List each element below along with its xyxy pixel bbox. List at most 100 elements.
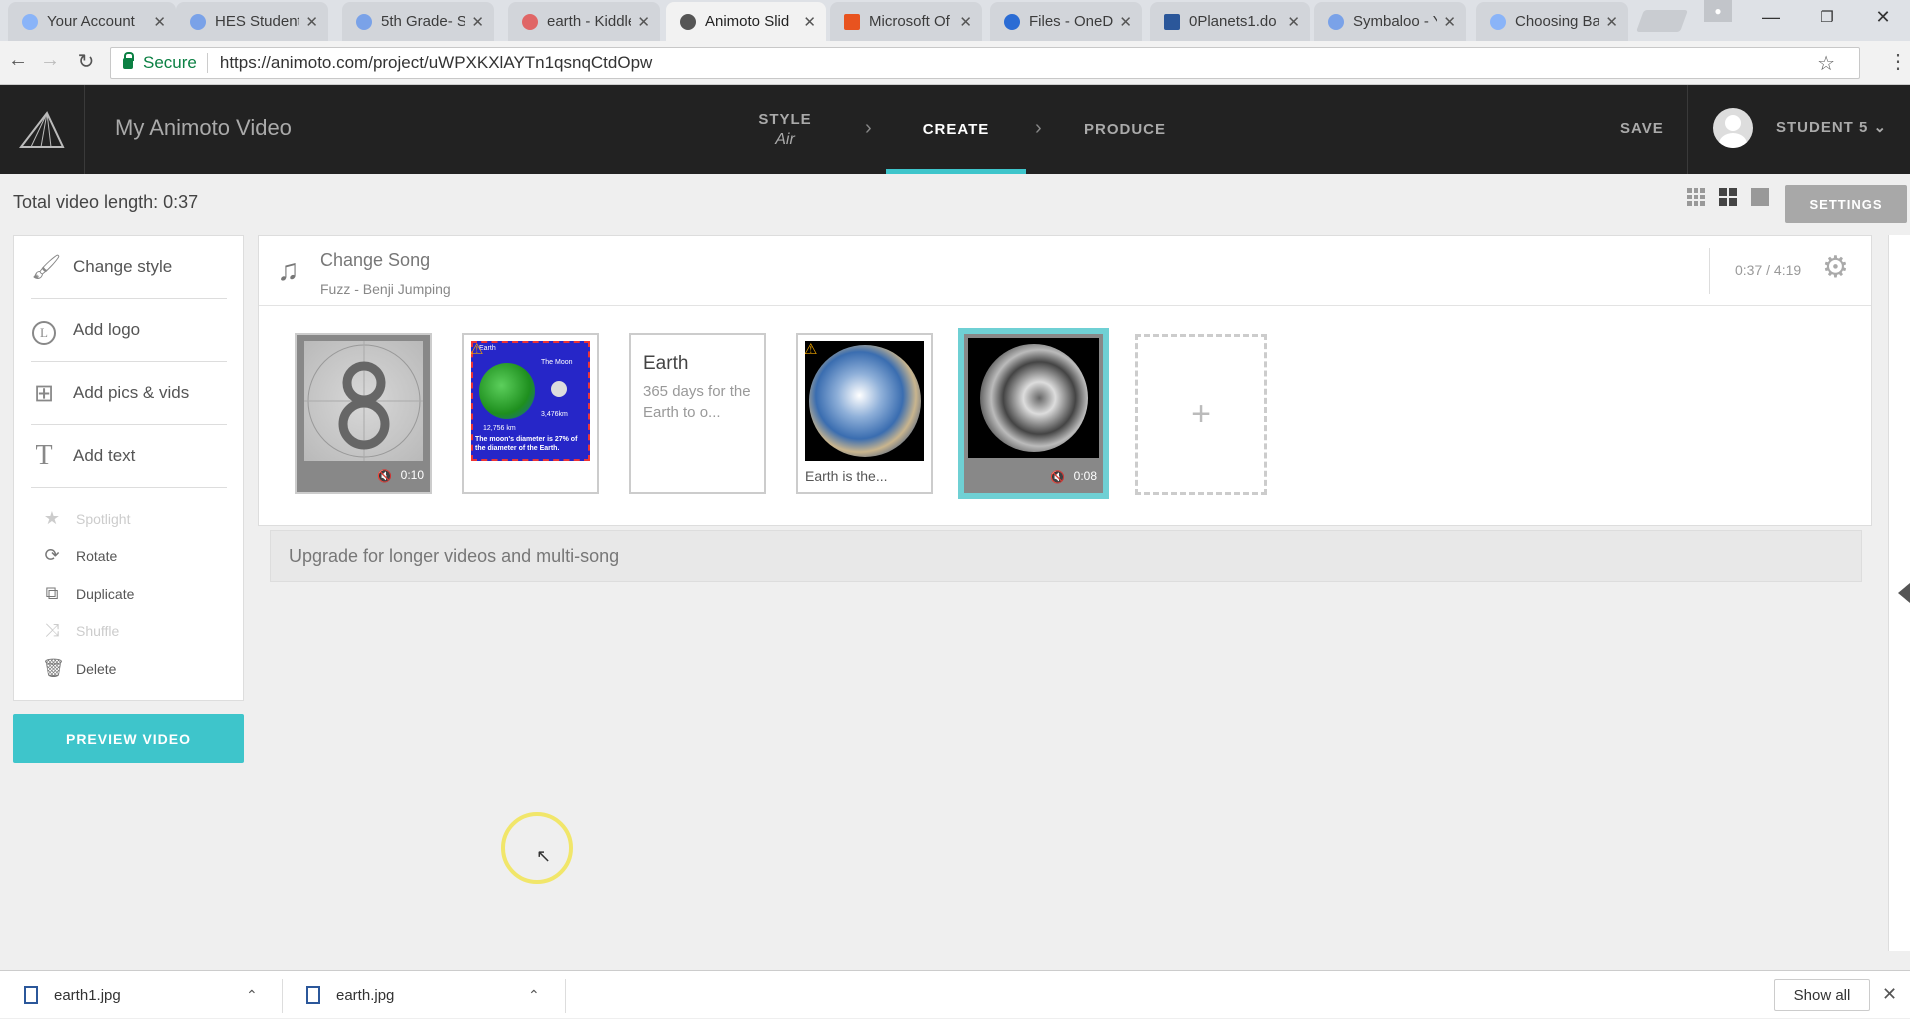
music-note-icon: ♫ [277, 254, 300, 287]
sidebar-item-add-pics-vids[interactable]: ⊞ Add pics & vids [31, 362, 227, 425]
warning-icon[interactable]: ⚠ [804, 340, 817, 358]
browser-tab[interactable]: Microsoft Of ✕ [830, 2, 982, 41]
profile-icon[interactable]: ● [1704, 0, 1732, 22]
image-caption: Earth is the... [805, 468, 888, 484]
step-create[interactable]: CREATE [886, 85, 1026, 174]
restore-icon[interactable]: ❐ [1804, 0, 1850, 34]
logo-icon: L [31, 316, 57, 345]
browser-tab[interactable]: earth - Kiddle ✕ [508, 2, 660, 41]
close-tab-icon[interactable]: ✕ [305, 13, 318, 31]
avatar[interactable] [1713, 108, 1753, 148]
song-name: Fuzz - Benji Jumping [320, 281, 451, 297]
action-rotate[interactable]: ⟳ Rotate [42, 545, 117, 566]
tab-title: Microsoft Of [869, 13, 950, 30]
close-tab-icon[interactable]: ✕ [1287, 13, 1300, 31]
large-view-icon[interactable] [1751, 188, 1769, 206]
new-tab-button[interactable] [1635, 10, 1689, 32]
change-song-link[interactable]: Change Song [320, 250, 430, 271]
download-item[interactable]: earth.jpg ⌃ [306, 971, 546, 1019]
image-block[interactable]: ⚠ Earth is the... [796, 333, 933, 494]
image-block[interactable]: Earth The Moon 12,756 km 3,476km The moo… [462, 333, 599, 494]
chevron-up-icon[interactable]: ⌃ [246, 987, 258, 1004]
upgrade-banner[interactable]: Upgrade for longer videos and multi-song [270, 530, 1862, 582]
muted-icon[interactable]: 🔇 [377, 469, 392, 483]
close-tab-icon[interactable]: ✕ [1443, 13, 1456, 31]
step-style[interactable]: STYLE Air [745, 85, 825, 174]
close-tab-icon[interactable]: ✕ [637, 13, 650, 31]
url-field[interactable]: Secure https://animoto.com/project/uWPXK… [110, 47, 1860, 79]
tab-title: Choosing Ba [1515, 13, 1600, 30]
user-menu[interactable]: STUDENT 5 ⌄ [1776, 118, 1887, 136]
office-favicon-icon [844, 13, 860, 30]
back-icon[interactable]: ← [4, 49, 32, 72]
countdown-video-thumbnail [304, 341, 423, 461]
browser-tab[interactable]: Choosing Ba ✕ [1476, 2, 1628, 41]
close-downloads-icon[interactable]: ✕ [1882, 984, 1897, 1005]
show-all-button[interactable]: Show all [1774, 979, 1870, 1011]
reload-icon[interactable]: ↻ [72, 49, 100, 74]
chevron-right-icon: › [865, 117, 872, 139]
step-sublabel: Air [775, 130, 795, 148]
browser-tab[interactable]: Symbaloo - Y ✕ [1314, 2, 1466, 41]
muted-icon[interactable]: 🔇 [1050, 470, 1065, 484]
divider [565, 979, 566, 1013]
storyboard-panel: ♫ Change Song Fuzz - Benji Jumping 0:37 … [258, 235, 1872, 526]
preview-video-button[interactable]: PREVIEW VIDEO [13, 714, 244, 763]
small-grid-view-icon[interactable] [1687, 188, 1705, 206]
medium-grid-view-icon[interactable] [1719, 188, 1737, 206]
image-text: 3,476km [541, 411, 568, 418]
sidebar-item-add-logo[interactable]: L Add logo [31, 299, 227, 362]
browser-tab[interactable]: 5th Grade- S ✕ [342, 2, 494, 41]
video-block-selected[interactable]: 🔇 0:08 [958, 328, 1109, 499]
close-window-icon[interactable]: ✕ [1860, 0, 1906, 34]
download-item[interactable]: earth1.jpg ⌃ [24, 971, 264, 1019]
close-tab-icon[interactable]: ✕ [803, 13, 816, 31]
trash-icon: 🗑 [42, 658, 65, 678]
expand-drawer-icon[interactable] [1898, 583, 1910, 603]
animoto-favicon-icon [680, 13, 696, 30]
sidebar-item-add-text[interactable]: T Add text [31, 425, 227, 488]
warning-icon[interactable]: ⚠ [470, 340, 483, 358]
video-block[interactable]: 🔇 0:10 [295, 333, 432, 494]
step-produce[interactable]: PRODUCE [1075, 85, 1175, 174]
close-tab-icon[interactable]: ✕ [471, 13, 484, 31]
browser-tab[interactable]: HES Student ✕ [176, 2, 328, 41]
downloads-bar: earth1.jpg ⌃ earth.jpg ⌃ Show all ✕ [0, 970, 1910, 1018]
step-label: PRODUCE [1083, 121, 1166, 138]
sidebar-item-change-style[interactable]: 🖌 Change style [31, 236, 227, 299]
save-button[interactable]: SAVE [1620, 120, 1664, 137]
step-label: STYLE [758, 110, 812, 128]
gear-icon[interactable]: ⚙ [1822, 250, 1849, 285]
browser-menu-icon[interactable]: ⋮ [1888, 49, 1908, 74]
close-tab-icon[interactable]: ✕ [1119, 13, 1132, 31]
browser-tab[interactable]: 0Planets1.do ✕ [1150, 2, 1310, 41]
sidebar-item-label: Add text [73, 446, 136, 465]
browser-tab[interactable]: Your Account ✕ [8, 2, 176, 41]
browser-tab-active[interactable]: Animoto Slid ✕ [666, 2, 826, 41]
tab-title: earth - Kiddle [547, 13, 632, 30]
tab-favicon-icon [22, 13, 38, 30]
earth-image [805, 341, 924, 461]
bookmark-star-icon[interactable]: ☆ [1817, 51, 1835, 76]
minimize-icon[interactable]: — [1748, 0, 1794, 34]
action-duplicate[interactable]: ⧉ Duplicate [42, 583, 135, 604]
settings-button[interactable]: SETTINGS [1785, 185, 1907, 223]
forward-icon[interactable]: → [36, 49, 64, 72]
step-label: CREATE [922, 121, 990, 138]
song-row[interactable]: ♫ Change Song Fuzz - Benji Jumping 0:37 … [259, 236, 1871, 306]
animoto-logo-icon[interactable] [0, 85, 85, 174]
project-title[interactable]: My Animoto Video [115, 115, 292, 141]
close-tab-icon[interactable]: ✕ [959, 13, 972, 31]
action-label: Rotate [76, 547, 118, 564]
chevron-down-icon: ⌄ [1873, 119, 1888, 136]
video-duration: 0:08 [1073, 469, 1097, 483]
action-delete[interactable]: 🗑 Delete [42, 658, 116, 679]
close-tab-icon[interactable]: ✕ [153, 13, 166, 31]
browser-tab[interactable]: Files - OneDr ✕ [990, 2, 1142, 41]
add-block-button[interactable]: + [1135, 334, 1267, 495]
brush-icon: 🖌 [31, 253, 62, 281]
tab-title: HES Student [215, 13, 300, 30]
text-block[interactable]: Earth 365 days for the Earth to o... [629, 333, 766, 494]
chevron-up-icon[interactable]: ⌃ [528, 987, 540, 1004]
close-tab-icon[interactable]: ✕ [1605, 13, 1618, 31]
